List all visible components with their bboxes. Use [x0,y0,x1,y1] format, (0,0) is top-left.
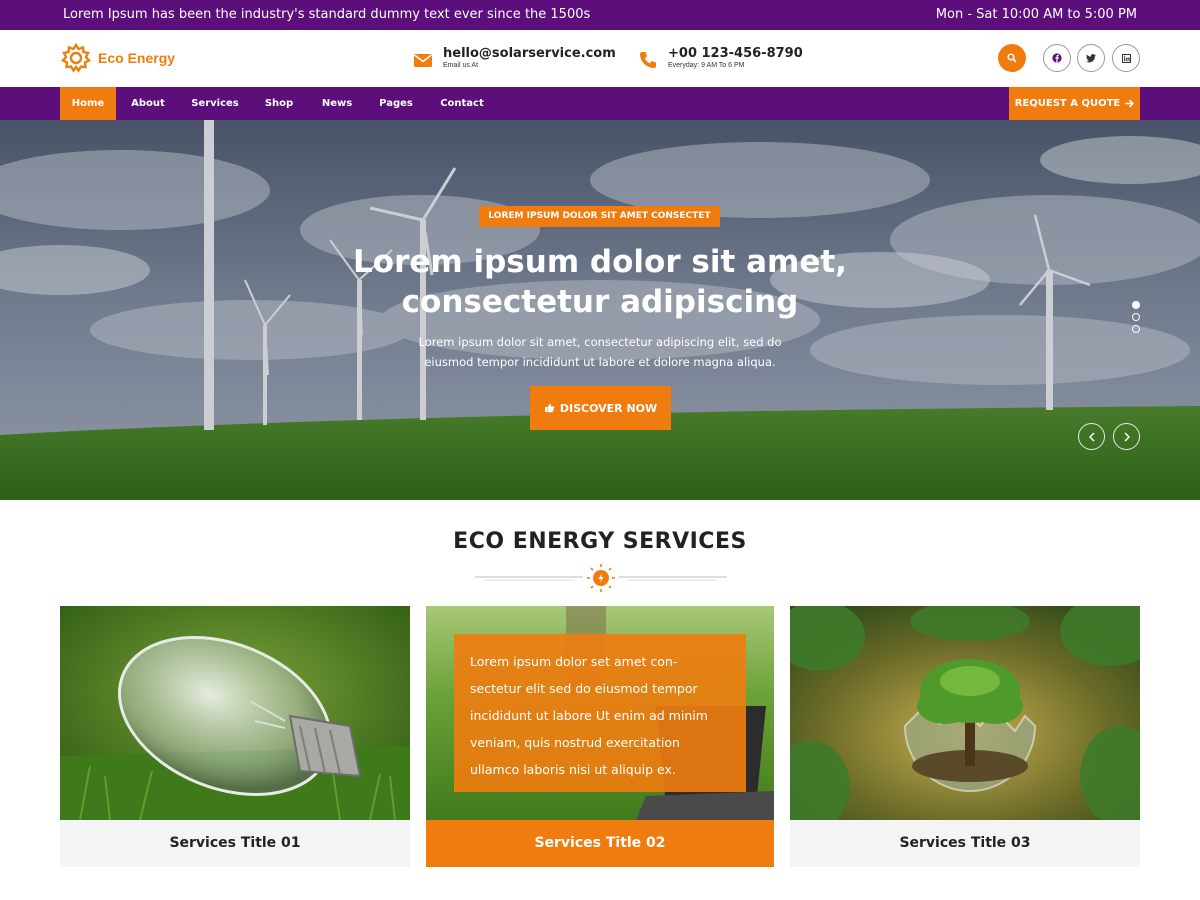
overlay-line-4: veniam, quis nostrud exercitation [470,735,680,750]
logo-text: Eco Energy [98,50,176,66]
service-title-3: Services Title 03 [790,820,1140,867]
business-hours: Mon - Sat 10:00 AM to 5:00 PM [935,7,1137,22]
twitter-link[interactable] [1077,44,1105,72]
overlay-line-3: incididunt ut labore Ut enim ad minim [470,708,708,723]
service-title-1: Services Title 01 [60,820,410,867]
search-icon [1007,53,1017,63]
nav-about[interactable]: About [124,87,172,120]
hero-slider: LOREM IPSUM DOLOR SIT AMET CONSECTET Lor… [0,120,1200,500]
services-heading: ECO ENERGY SERVICES [453,529,747,554]
overlay-line-2: sectetur elit sed do eiusmod tempor [470,681,698,696]
linkedin-link[interactable] [1112,44,1140,72]
service-image-lightbulb [60,606,410,820]
request-quote-label: REQUEST A QUOTE [1014,98,1121,109]
email-contact[interactable]: hello@solarservice.com Email us At [413,46,616,70]
nav-contact[interactable]: Contact [434,87,490,120]
facebook-link[interactable] [1043,44,1071,72]
email-address: hello@solarservice.com [443,46,616,61]
discover-now-button[interactable]: DISCOVER NOW [530,386,671,430]
slider-dot-3[interactable] [1132,325,1140,333]
hero-text: Lorem ipsum dolor sit amet, consectetur … [380,332,820,372]
slider-next-button[interactable] [1113,423,1140,450]
hero-title-line2: consectetur adipiscing [401,284,799,320]
chevron-left-icon [1088,431,1095,442]
nav-shop[interactable]: Shop [258,87,300,120]
overlay-line-1: Lorem ipsum dolor set amet con- [470,654,678,669]
search-button[interactable] [998,44,1026,72]
top-bar: Lorem Ipsum has been the industry's stan… [0,0,1200,30]
service-card-3[interactable]: Services Title 03 [790,606,1140,867]
envelope-icon [414,54,432,67]
service-card-1[interactable]: Services Title 01 [60,606,410,867]
hero-text-line2: eiusmod tempor incididunt ut labore et d… [424,355,776,369]
hero-badge: LOREM IPSUM DOLOR SIT AMET CONSECTET [479,206,720,227]
linkedin-icon [1121,53,1131,63]
phone-icon [640,52,656,68]
slider-dot-1[interactable] [1132,301,1140,309]
facebook-icon [1052,53,1062,63]
slider-prev-button[interactable] [1078,423,1105,450]
hero-title: Lorem ipsum dolor sit amet, consectetur … [300,242,900,322]
hero-text-line1: Lorem ipsum dolor sit amet, consectetur … [418,335,782,349]
service-image-laptop: Lorem ipsum dolor set amet con- sectetur… [426,606,774,820]
nav-home[interactable]: Home [60,87,116,120]
sun-gear-logo-icon [61,42,91,73]
service-overlay-text: Lorem ipsum dolor set amet con- sectetur… [454,634,746,792]
site-logo[interactable]: Eco Energy [60,42,175,74]
hero-title-line1: Lorem ipsum dolor sit amet, [353,244,847,280]
site-header: Eco Energy hello@solarservice.com Email … [0,30,1200,87]
sun-divider-icon [475,564,727,592]
phone-contact[interactable]: +00 123-456-8790 Everyday: 9 AM To 6 PM [638,46,803,70]
email-label: Email us At [443,62,479,69]
service-title-2: Services Title 02 [426,820,774,867]
phone-label: Everyday: 9 AM To 6 PM [668,62,745,69]
chevron-right-icon [1123,431,1130,442]
hand-point-icon [544,403,555,413]
top-announcement: Lorem Ipsum has been the industry's stan… [63,7,591,22]
slider-dot-2[interactable] [1132,313,1140,321]
nav-services[interactable]: Services [185,87,245,120]
twitter-icon [1086,53,1096,62]
discover-now-label: DISCOVER NOW [559,401,658,415]
nav-pages[interactable]: Pages [372,87,420,120]
phone-number: +00 123-456-8790 [668,46,803,61]
request-quote-button[interactable]: REQUEST A QUOTE [1009,87,1140,120]
nav-news[interactable]: News [314,87,360,120]
arrow-right-icon [1125,99,1135,108]
service-image-tree-globe [790,606,1140,820]
main-nav: Home About Services Shop News Pages Cont… [0,87,1200,120]
service-card-2[interactable]: Lorem ipsum dolor set amet con- sectetur… [426,606,774,867]
overlay-line-5: ullamco laboris nisi ut aliquip ex. [470,762,676,777]
